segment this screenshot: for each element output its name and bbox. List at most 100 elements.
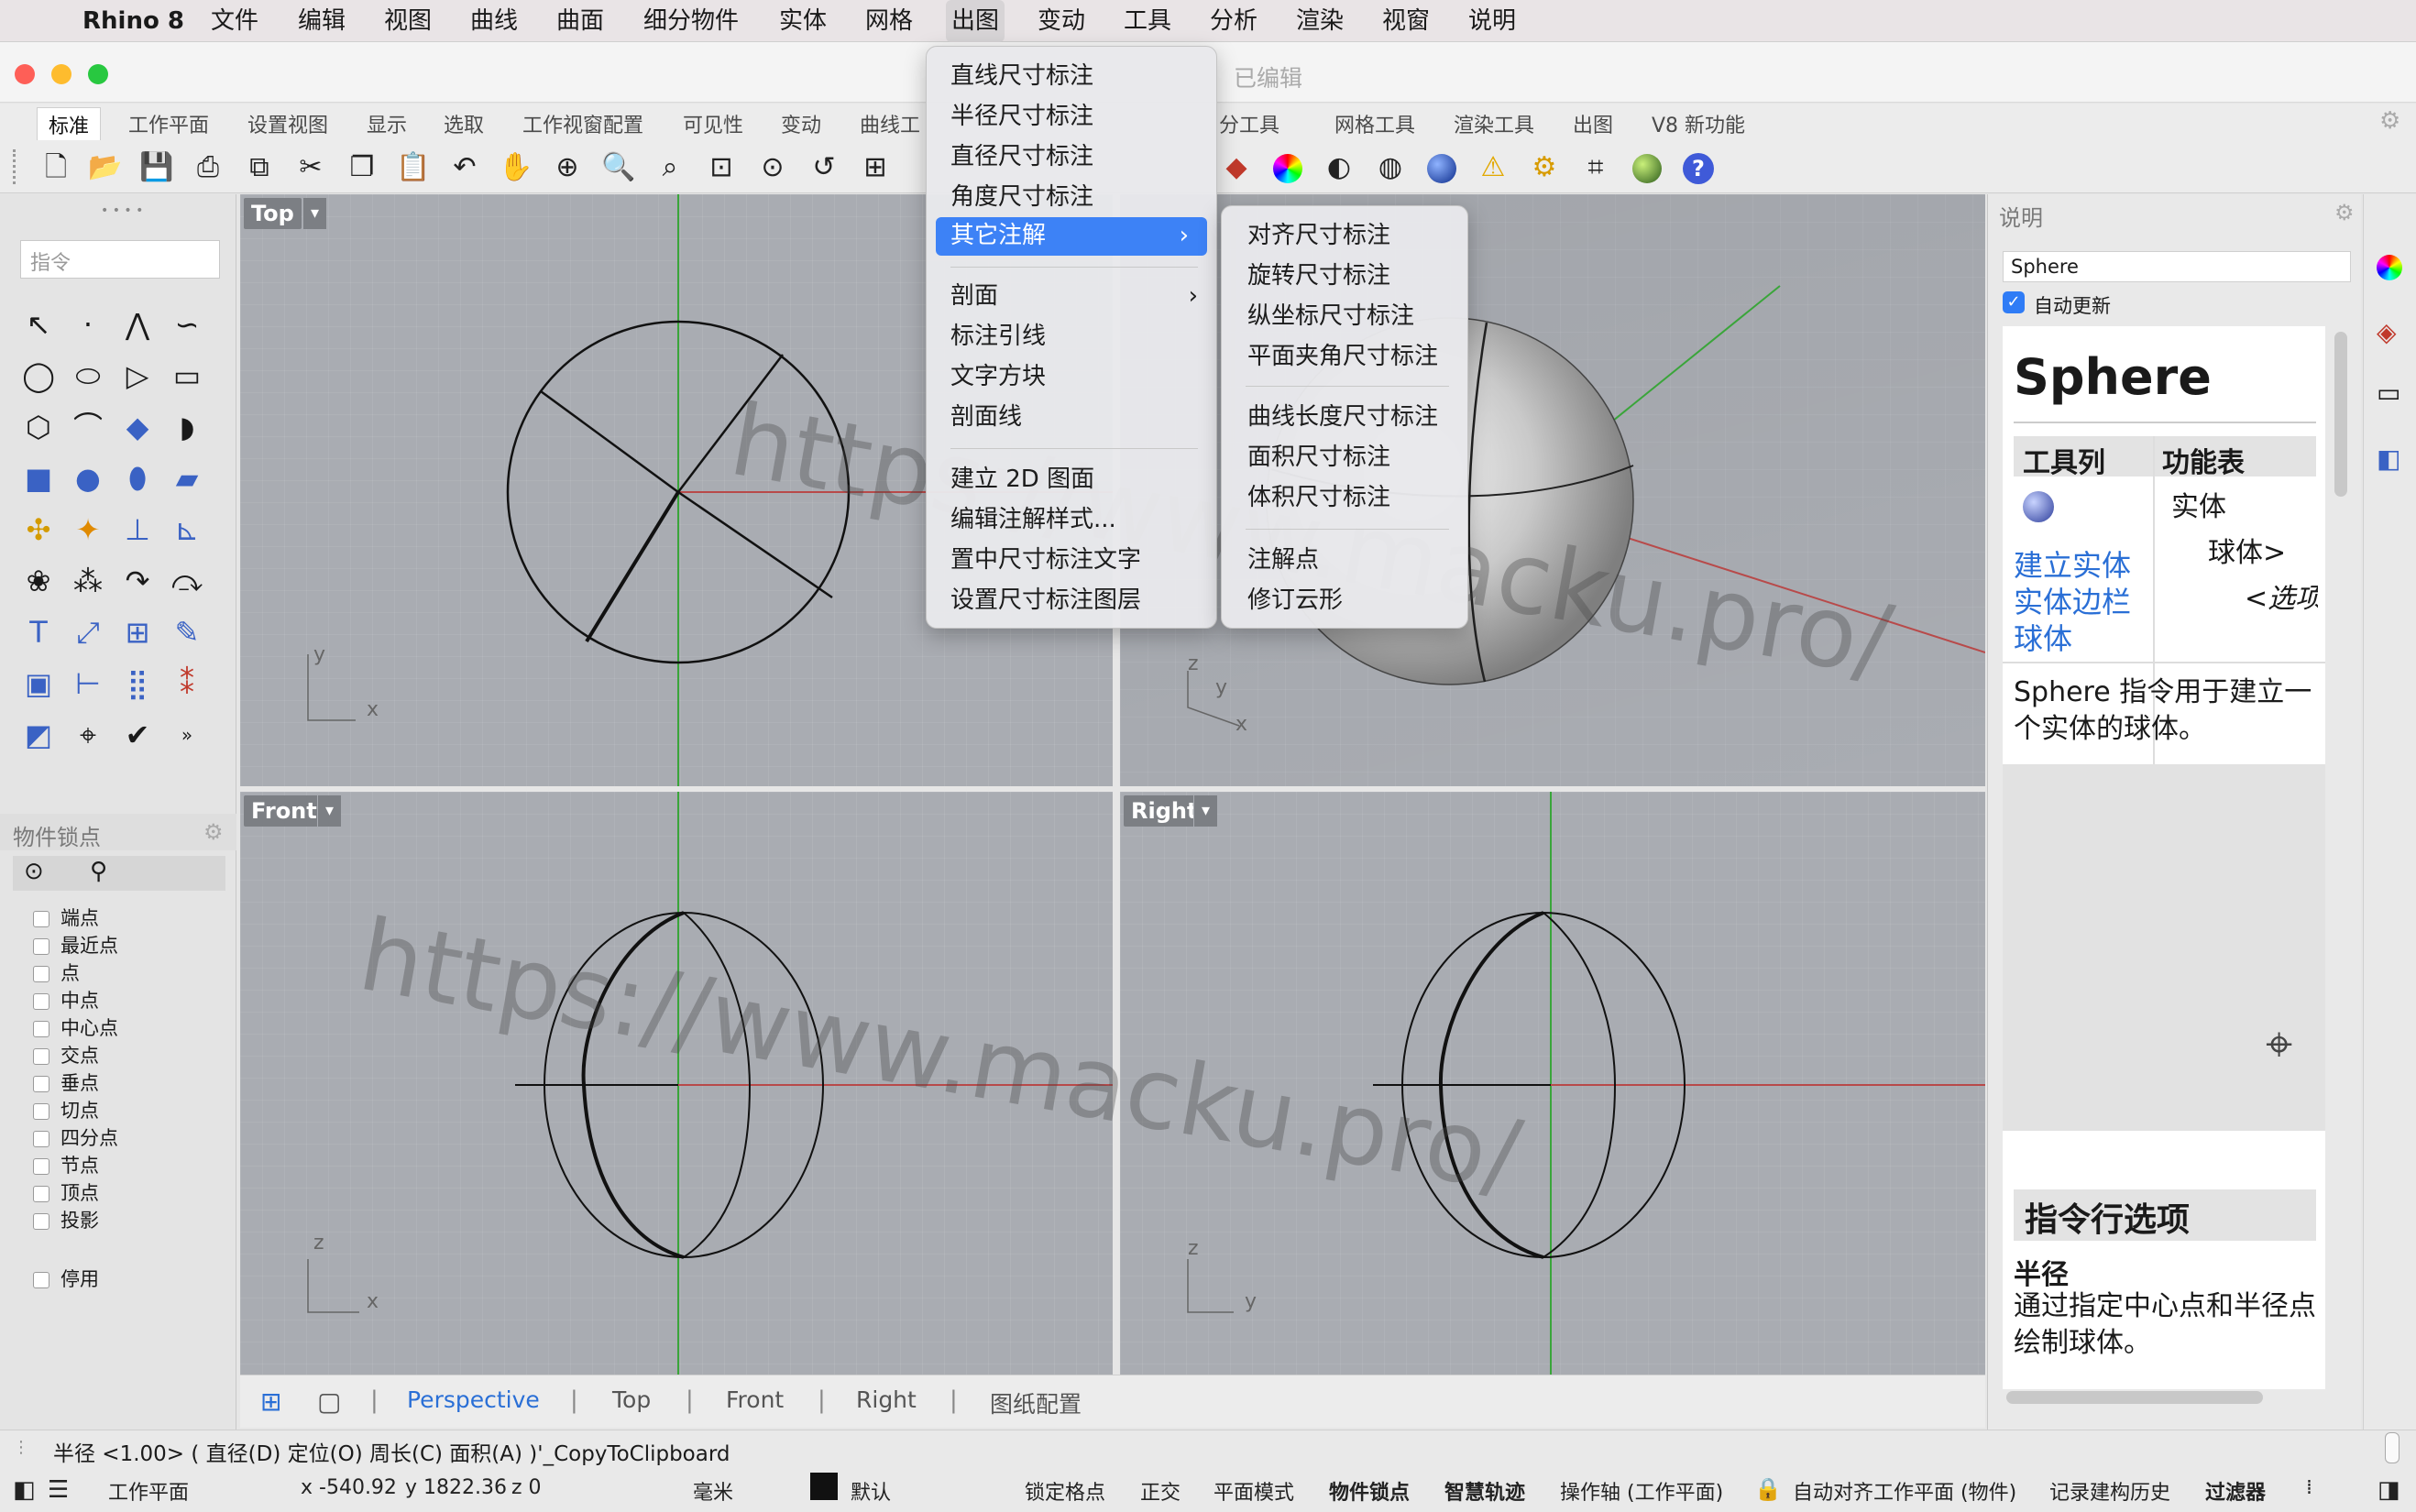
undo-icon[interactable]: ↶ [445, 149, 484, 186]
boolean-icon[interactable]: ❀ [16, 559, 60, 603]
chevron-down-icon[interactable]: ▾ [302, 198, 326, 229]
tab-standard[interactable]: 标准 [37, 107, 102, 143]
save-icon[interactable]: 💾 [137, 149, 176, 186]
osnap-item[interactable]: 交点 [33, 1041, 99, 1068]
toggle-planar[interactable]: 平面模式 [1213, 1476, 1294, 1506]
osnap-icon[interactable]: ⌗ [1576, 149, 1615, 186]
arc-icon[interactable]: ⌒ [66, 405, 110, 449]
menu-item-edit-annotation-style[interactable]: 编辑注解样式... [927, 501, 1216, 538]
auto-update-checkbox[interactable]: ✓ [2003, 291, 2025, 313]
rendered-sphere-icon[interactable] [1422, 149, 1461, 186]
menu-item-linear-dim[interactable]: 直线尺寸标注 [927, 58, 1216, 94]
single-layout-icon[interactable]: ▢ [317, 1386, 341, 1417]
status-grip[interactable]: ⋮ [13, 1438, 29, 1457]
array-icon[interactable]: ⊞ [115, 610, 159, 654]
render-sphere-icon[interactable] [1628, 149, 1666, 186]
submenu-item-volume-dim[interactable]: 体积尺寸标注 [1222, 479, 1467, 516]
grid-layout-icon[interactable]: ⊞ [260, 1386, 281, 1417]
submenu-item-rotated-dim[interactable]: 旋转尺寸标注 [1222, 257, 1467, 294]
menu-surface[interactable]: 曲面 [556, 0, 604, 42]
cylinder-icon[interactable]: ⬮ [115, 456, 159, 500]
zoom-window-icon[interactable]: ⌕ [651, 149, 689, 186]
chevron-down-icon[interactable]: ▾ [1193, 795, 1217, 827]
tab-select[interactable]: 选取 [444, 109, 484, 138]
menu-item-set-dim-layer[interactable]: 设置尺寸标注图层 [927, 582, 1216, 619]
more-tools-icon[interactable]: » [165, 713, 209, 757]
toggle-osnap[interactable]: 物件锁点 [1329, 1476, 1410, 1506]
curve-icon[interactable]: ∽ [165, 302, 209, 346]
paste-icon[interactable]: 📋 [394, 149, 433, 186]
tab-transform[interactable]: 变动 [781, 109, 821, 138]
osnap-target-icon[interactable]: ⊙ [24, 858, 44, 885]
vp-tab-right[interactable]: Right [856, 1386, 917, 1413]
viewport-title-top[interactable]: Top [244, 198, 302, 229]
toggle-filter[interactable]: 过滤器 [2205, 1476, 2266, 1506]
submenu-item-ordinate-dim[interactable]: 纵坐标尺寸标注 [1222, 298, 1467, 334]
help-icon[interactable]: ? [1679, 149, 1718, 186]
chevron-down-icon[interactable]: ▾ [317, 795, 341, 827]
menu-transform[interactable]: 变动 [1038, 0, 1085, 42]
status-cplane[interactable]: 工作平面 [108, 1476, 189, 1506]
list-icon[interactable]: ☰ [48, 1476, 69, 1504]
point-icon[interactable]: · [66, 302, 110, 346]
minimize-window-button[interactable] [51, 64, 71, 84]
help-hscrollbar[interactable] [2006, 1391, 2263, 1404]
command-input[interactable]: 指令 [20, 240, 220, 279]
zoom-extents-icon[interactable]: ⊡ [702, 149, 741, 186]
menu-item-diameter-dim[interactable]: 直径尺寸标注 [927, 138, 1216, 175]
toggle-auto-cplane[interactable]: 自动对齐工作平面 (物件) [1793, 1476, 2016, 1506]
vp-tab-top[interactable]: Top [612, 1386, 651, 1413]
cut-icon[interactable]: ✂ [291, 149, 330, 186]
toggle-history[interactable]: 记录建构历史 [2049, 1476, 2170, 1506]
plane-icon[interactable]: ▰ [165, 456, 209, 500]
osnap-item[interactable]: 端点 [33, 904, 99, 931]
osnap-item[interactable]: 四分点 [33, 1123, 118, 1151]
osnap-item[interactable]: 最近点 [33, 931, 118, 959]
vp-tab-layout[interactable]: 图纸配置 [990, 1386, 1082, 1419]
tab-viewport-layout[interactable]: 工作视窗配置 [522, 109, 643, 138]
tab-display[interactable]: 显示 [367, 109, 407, 138]
group-icon[interactable]: ⁂ [66, 559, 110, 603]
split-icon[interactable]: ⊾ [165, 508, 209, 552]
menu-item-section[interactable]: 剖面 › [927, 278, 1216, 314]
menu-item-radius-dim[interactable]: 半径尺寸标注 [927, 98, 1216, 135]
hexagon-icon[interactable]: ⬡ [16, 405, 60, 449]
toggle-ortho[interactable]: 正交 [1140, 1476, 1181, 1506]
dimension-icon[interactable]: ⊢ [66, 662, 110, 706]
osnap-gear-icon[interactable]: ⚙ [203, 819, 224, 845]
toggle-grid-snap[interactable]: 锁定格点 [1025, 1476, 1105, 1506]
tab-mesh-tools[interactable]: 网格工具 [1334, 109, 1415, 138]
menu-file[interactable]: 文件 [211, 0, 258, 42]
panel-grip[interactable]: • • • • [101, 203, 143, 218]
tab-visibility[interactable]: 可见性 [683, 109, 743, 138]
menu-help[interactable]: 说明 [1468, 0, 1516, 42]
menu-item-make-2d[interactable]: 建立 2D 图面 [927, 461, 1216, 498]
gear-icon[interactable]: ⚙ [2379, 107, 2400, 135]
menu-mesh[interactable]: 网格 [865, 0, 913, 42]
menu-render[interactable]: 渲染 [1296, 0, 1344, 42]
check-icon[interactable]: ✔ [115, 713, 159, 757]
open-file-icon[interactable]: 📂 [86, 149, 125, 186]
menu-item-angle-dim[interactable]: 角度尺寸标注 [927, 179, 1216, 215]
shaded-sphere-icon[interactable]: ◍ [1371, 149, 1410, 186]
edit-icon[interactable]: ✎ [165, 610, 209, 654]
rotate-view-icon[interactable]: ⊕ [548, 149, 587, 186]
select-arrow-icon[interactable]: ↖ [16, 302, 60, 346]
ellipse-icon[interactable]: ⬭ [66, 354, 110, 398]
zoom-selected-icon[interactable]: ⊙ [753, 149, 792, 186]
gumball-icon[interactable]: ✣ [16, 508, 60, 552]
four-view-icon[interactable]: ⊞ [856, 149, 895, 186]
bend-icon[interactable]: ◩ [16, 713, 60, 757]
vp-tab-front[interactable]: Front [726, 1386, 784, 1413]
viewport-right[interactable]: z y Right ▾ [1120, 792, 1985, 1375]
submenu-item-annotation-dot[interactable]: 注解点 [1222, 542, 1467, 578]
panel-toggle-icon[interactable]: ◨ [2378, 1476, 2400, 1504]
color-wheel-icon[interactable] [1268, 149, 1307, 186]
menu-window[interactable]: 视窗 [1382, 0, 1430, 42]
vp-tab-perspective[interactable]: Perspective [407, 1386, 540, 1413]
scale-icon[interactable]: ⤢ [66, 610, 110, 654]
osnap-item[interactable]: 中点 [33, 986, 99, 1013]
osnap-item[interactable]: 节点 [33, 1151, 99, 1178]
prompt-scrollbar[interactable] [2385, 1432, 2400, 1463]
menu-edit[interactable]: 编辑 [298, 0, 346, 42]
